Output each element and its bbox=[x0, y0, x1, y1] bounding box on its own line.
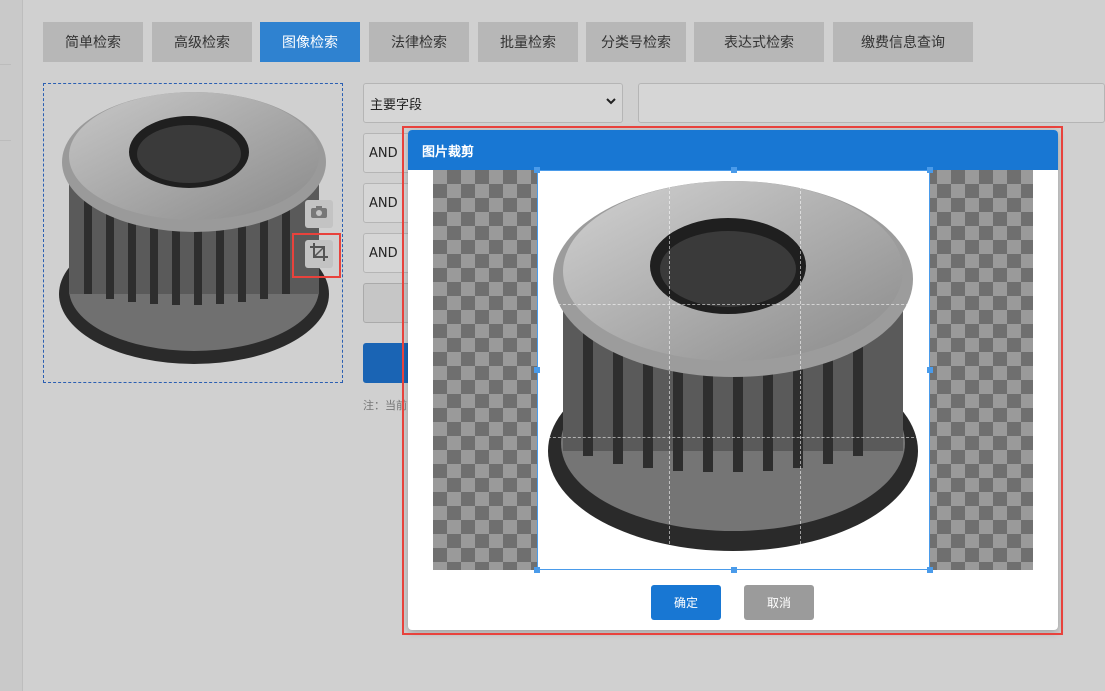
camera-button[interactable] bbox=[305, 200, 333, 228]
tab-legal-search[interactable]: 法律检索 bbox=[369, 22, 469, 62]
tab-expression-search[interactable]: 表达式检索 bbox=[694, 22, 824, 62]
note-text: 注：当前 bbox=[363, 397, 407, 413]
tab-image-search[interactable]: 图像检索 bbox=[260, 22, 360, 62]
tab-batch-search[interactable]: 批量检索 bbox=[478, 22, 578, 62]
camera-icon bbox=[310, 205, 328, 223]
dialog-highlight bbox=[402, 126, 1063, 635]
field-select-value: 主要字段 bbox=[370, 94, 422, 113]
chevron-down-icon bbox=[606, 95, 616, 110]
tab-fee-query[interactable]: 缴费信息查询 bbox=[833, 22, 973, 62]
divider bbox=[0, 140, 11, 141]
divider bbox=[0, 64, 11, 65]
keyword-input[interactable] bbox=[638, 83, 1105, 123]
left-sidebar-strip bbox=[0, 0, 23, 691]
tab-simple-search[interactable]: 简单检索 bbox=[43, 22, 143, 62]
crop-button-highlight bbox=[292, 233, 341, 278]
field-select[interactable]: 主要字段 bbox=[363, 83, 623, 123]
tab-classification-search[interactable]: 分类号检索 bbox=[586, 22, 686, 62]
tab-advanced-search[interactable]: 高级检索 bbox=[152, 22, 252, 62]
